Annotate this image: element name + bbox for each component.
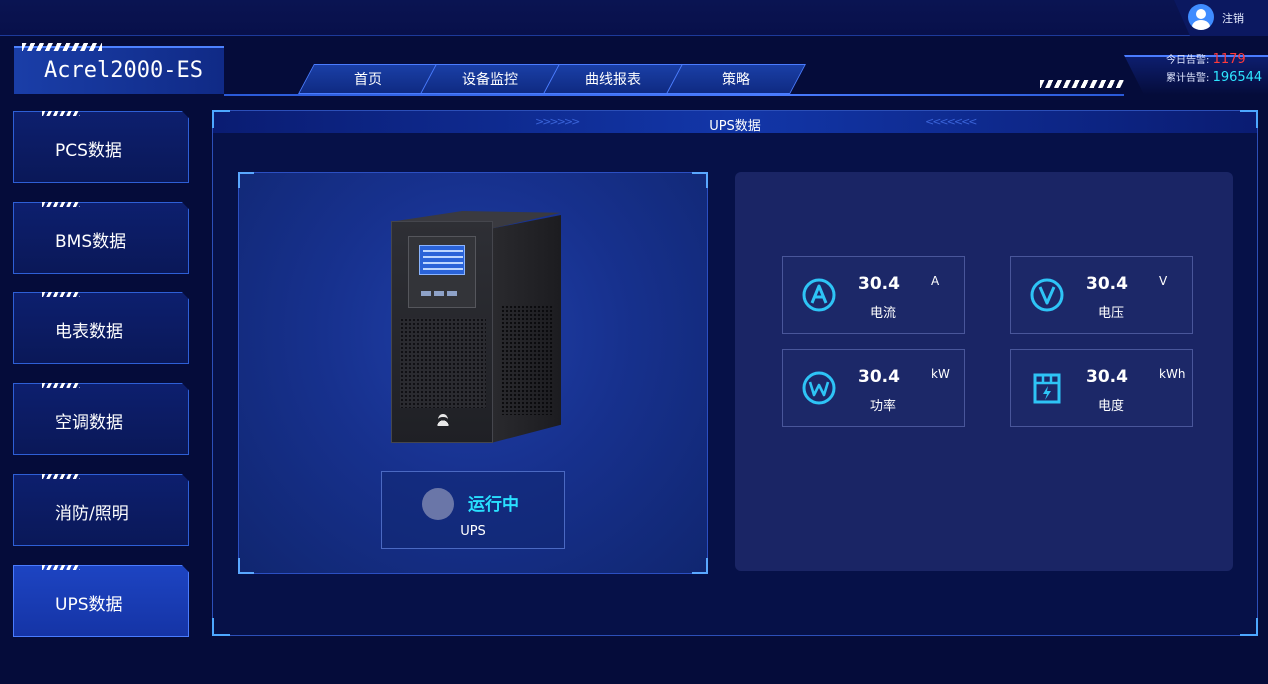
header-divider (224, 94, 1124, 96)
total-alarm-label: 累计告警: (1166, 73, 1210, 84)
sidebar-item-ups[interactable]: UPS数据 (13, 565, 189, 637)
alarm-stripes-decoration (1040, 80, 1124, 88)
sidebar-item-label: BMS数据 (55, 232, 127, 252)
corner-decoration (692, 172, 708, 188)
stripes-decoration (42, 202, 80, 207)
metric-power: 30.4 kW 功率 (782, 349, 965, 427)
corner-decoration (1240, 618, 1258, 636)
metrics-card: 30.4 A 电流 30.4 V 电压 30.4 kW 功率 30.4 kWh … (735, 172, 1233, 571)
corner-decoration (1240, 110, 1258, 128)
device-status-box: 运行中 UPS (381, 471, 565, 549)
ups-side-panel (491, 215, 561, 443)
metric-value: 30.4 (858, 367, 900, 387)
metric-label: 功率 (870, 399, 897, 414)
metric-voltage: 30.4 V 电压 (1010, 256, 1193, 334)
chevron-left-decoration: <<<<<<< (925, 115, 978, 128)
sidebar-item-bms[interactable]: BMS数据 (13, 202, 189, 274)
status-indicator-icon (422, 488, 454, 520)
ups-front-panel (391, 221, 493, 443)
today-alarm-value: 1179 (1212, 52, 1246, 67)
total-alarm-value: 196544 (1212, 70, 1263, 85)
metric-value: 30.4 (1086, 274, 1128, 294)
panel-title: UPS数据 (709, 119, 761, 134)
metric-unit: V (1159, 274, 1168, 288)
stripes-decoration (42, 565, 80, 570)
corner-decoration (212, 110, 230, 128)
sidebar-item-label: UPS数据 (55, 595, 123, 615)
sidebar-item-label: PCS数据 (55, 141, 122, 161)
ups-lcd-screen (419, 245, 465, 275)
stripes-decoration (42, 292, 80, 297)
corner-decoration (692, 558, 708, 574)
ups-device-image (391, 211, 563, 443)
metric-unit: kWh (1159, 367, 1186, 381)
app-title: Acrel2000-ES (44, 58, 203, 83)
device-status: 运行中 (468, 495, 519, 515)
stripes-decoration (42, 474, 80, 479)
device-card: 运行中 UPS (238, 172, 708, 574)
nav-tab-label: 策略 (722, 72, 750, 88)
sidebar-item-meter[interactable]: 电表数据 (13, 292, 189, 364)
metric-label: 电度 (1098, 399, 1125, 414)
stripes-decoration (42, 111, 80, 116)
ups-control-panel (408, 236, 476, 308)
ampere-icon (802, 278, 836, 312)
nav-tab-curve-report[interactable]: 曲线报表 (543, 64, 683, 94)
metric-unit: kW (931, 367, 950, 381)
volt-icon (1030, 278, 1064, 312)
nav-tab-label: 设备监控 (462, 72, 518, 88)
brand-stripes-decoration (22, 43, 102, 51)
metric-label: 电流 (870, 306, 897, 321)
nav-tab-label: 曲线报表 (585, 72, 641, 88)
metric-unit: A (931, 274, 940, 288)
sidebar-item-label: 消防/照明 (55, 504, 129, 524)
nav-tab-strategy[interactable]: 策略 (666, 64, 806, 94)
panel-header: >>>>>> UPS数据 <<<<<<< (213, 111, 1257, 134)
metric-current: 30.4 A 电流 (782, 256, 965, 334)
device-name: UPS (460, 524, 486, 539)
today-alarm: 今日告警: 1179 (1166, 51, 1246, 67)
total-alarm: 累计告警: 196544 (1166, 69, 1262, 85)
metric-energy: 30.4 kWh 电度 (1010, 349, 1193, 427)
corner-decoration (238, 558, 254, 574)
brand-logo-icon (436, 414, 450, 426)
sidebar-item-aircon[interactable]: 空调数据 (13, 383, 189, 455)
user-avatar-icon[interactable] (1188, 4, 1214, 30)
logout-button[interactable]: 注销 (1222, 10, 1244, 26)
metric-label: 电压 (1098, 306, 1125, 321)
ups-keys (421, 281, 465, 296)
energy-meter-icon (1033, 373, 1061, 404)
nav-tab-home[interactable]: 首页 (298, 64, 438, 94)
watt-icon (802, 371, 836, 405)
corner-decoration (212, 618, 230, 636)
corner-decoration (238, 172, 254, 188)
today-alarm-label: 今日告警: (1166, 55, 1210, 66)
nav-tab-label: 首页 (354, 72, 382, 88)
sidebar-item-fire-lighting[interactable]: 消防/照明 (13, 474, 189, 546)
metric-value: 30.4 (858, 274, 900, 294)
ups-vent-grill (400, 318, 486, 408)
metric-value: 30.4 (1086, 367, 1128, 387)
sidebar-item-label: 电表数据 (55, 322, 123, 342)
top-strip (0, 0, 1268, 36)
sidebar-item-pcs[interactable]: PCS数据 (13, 111, 189, 183)
nav-tab-device-monitor[interactable]: 设备监控 (420, 64, 560, 94)
sidebar-item-label: 空调数据 (55, 413, 123, 433)
stripes-decoration (42, 383, 80, 388)
